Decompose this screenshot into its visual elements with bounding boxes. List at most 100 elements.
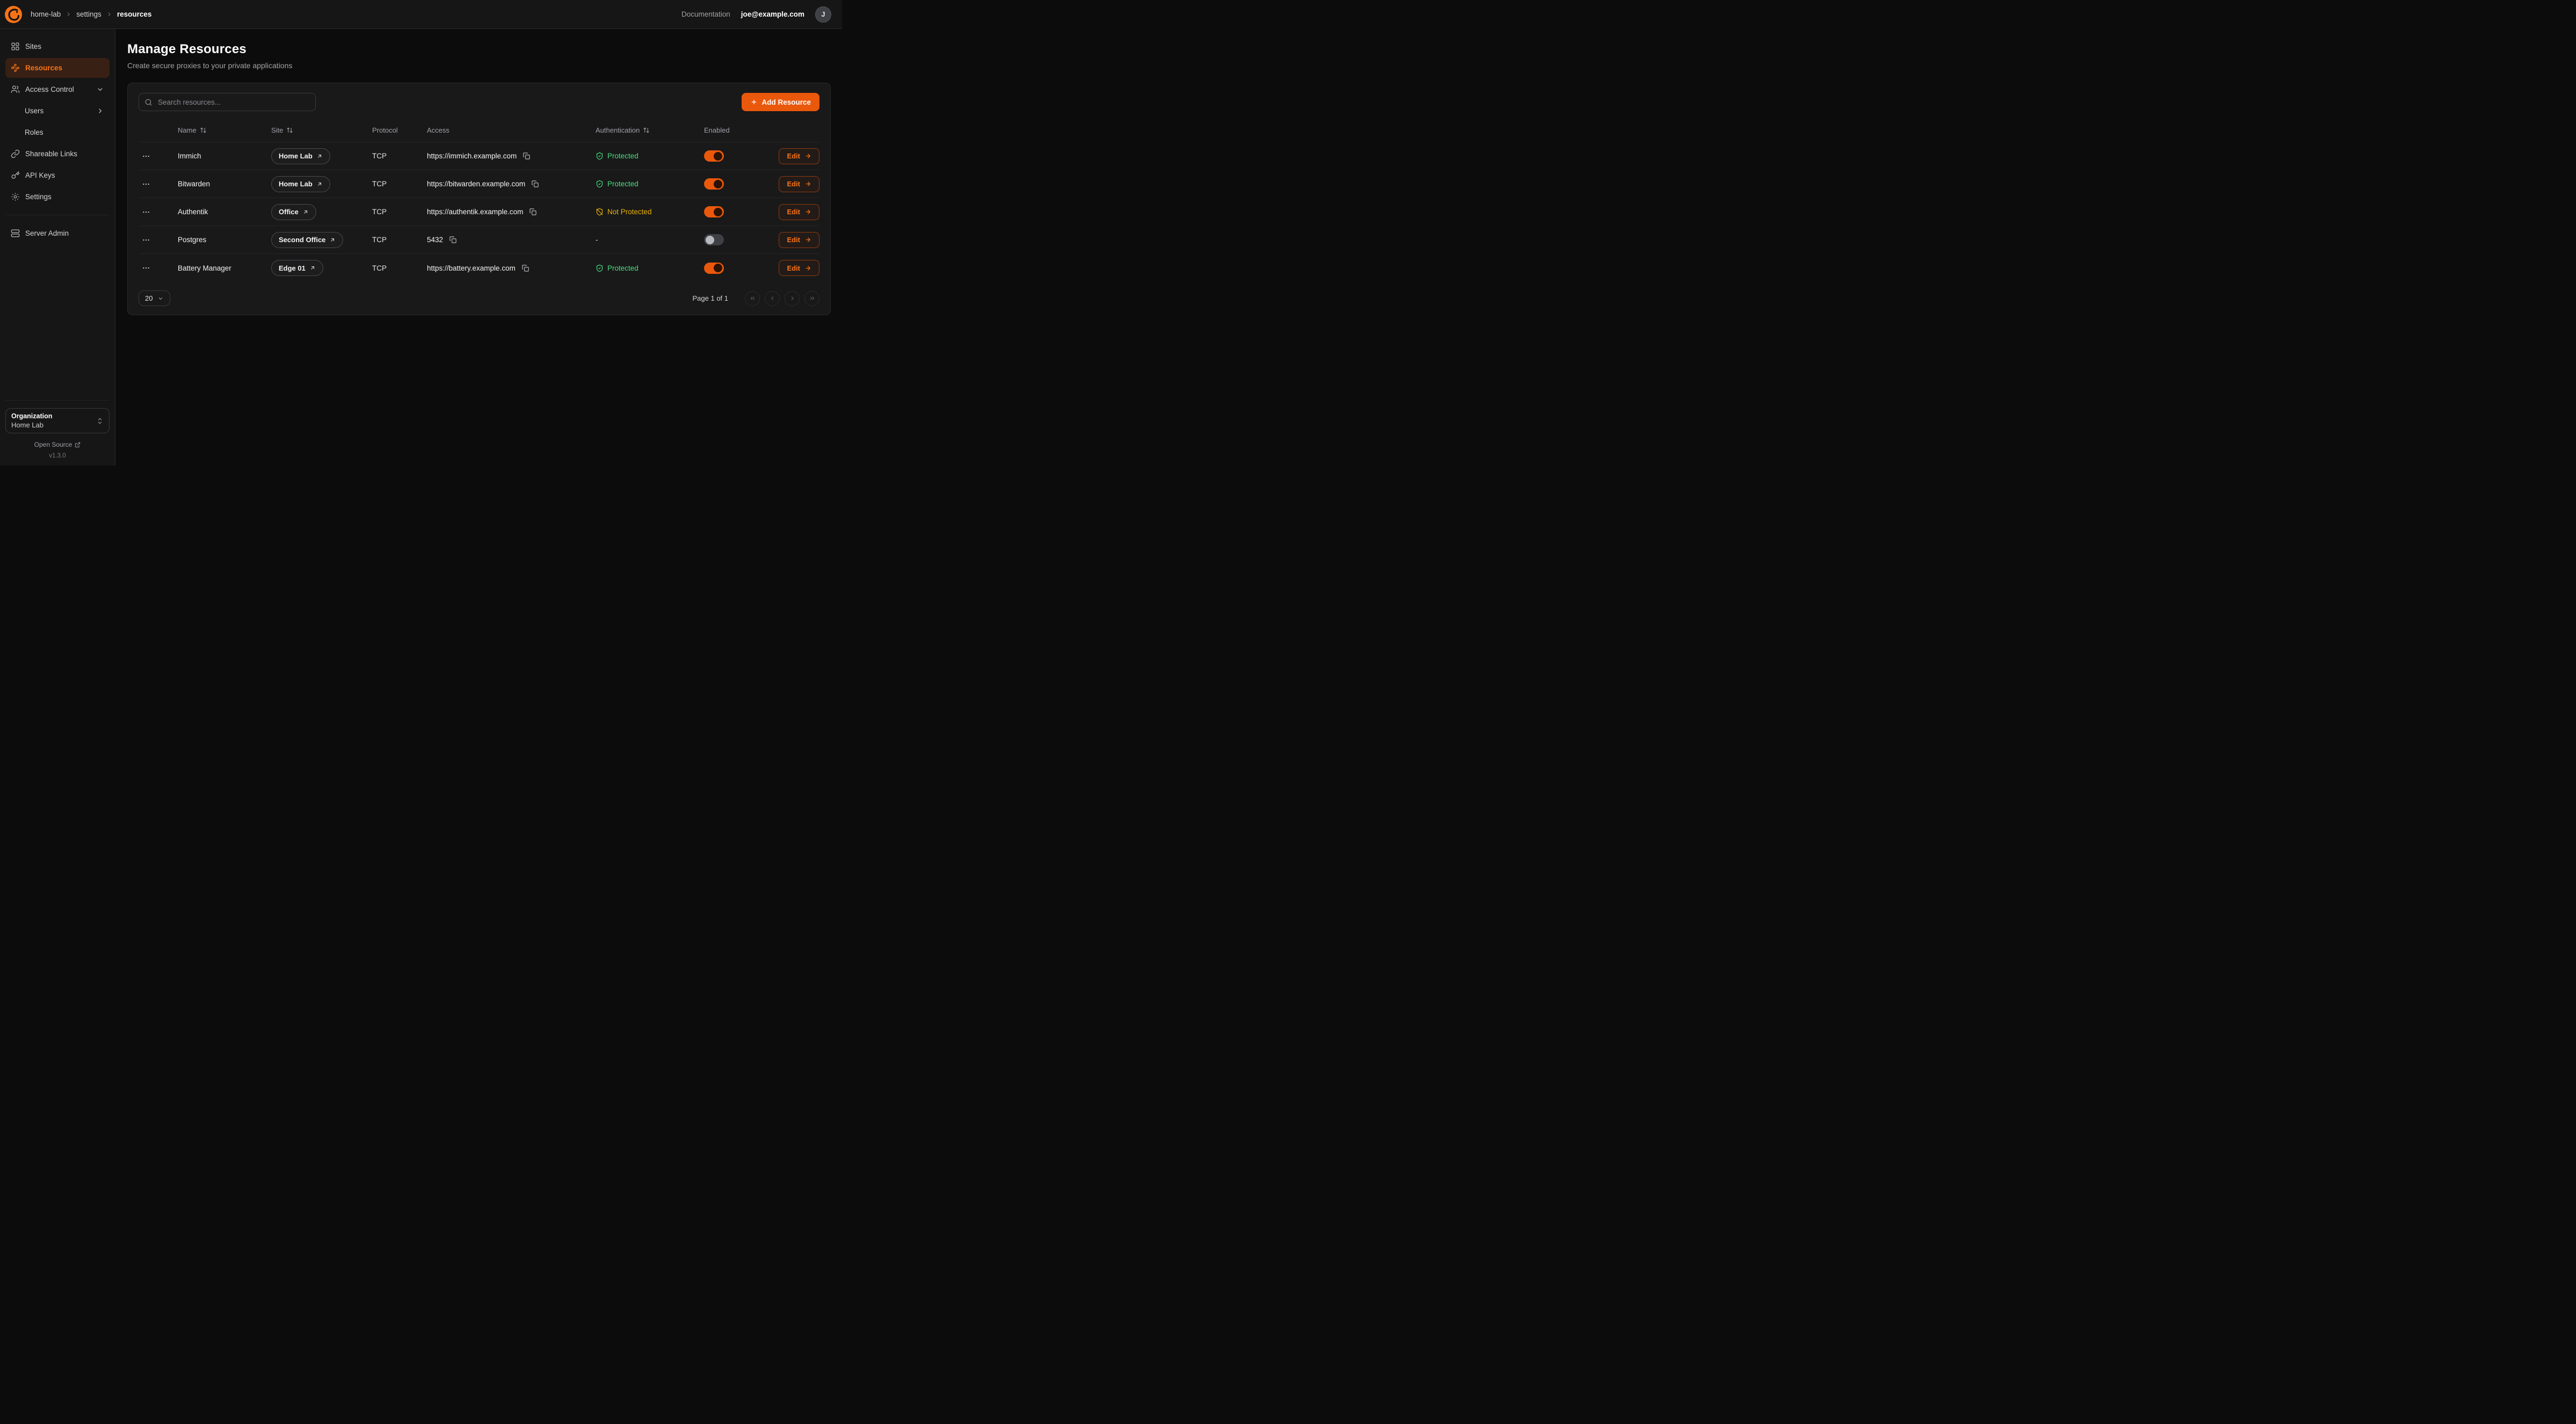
site-link[interactable]: Home Lab: [271, 176, 330, 192]
enabled-toggle[interactable]: [704, 206, 724, 217]
site-link[interactable]: Home Lab: [271, 148, 330, 164]
sidebar-item-settings[interactable]: Settings: [5, 187, 110, 207]
auth-status: -: [596, 236, 704, 244]
copy-icon: [523, 152, 531, 160]
column-name[interactable]: Name: [178, 126, 271, 134]
row-actions-button[interactable]: [139, 150, 154, 163]
enabled-toggle[interactable]: [704, 178, 724, 190]
chevron-right-icon: [96, 107, 104, 115]
edit-button[interactable]: Edit: [779, 204, 819, 220]
resource-name: Postgres: [178, 236, 271, 244]
access-value: 5432: [427, 236, 443, 244]
row-actions-button[interactable]: [139, 234, 154, 246]
page-size-select[interactable]: 20: [139, 290, 170, 306]
gear-icon: [11, 192, 20, 201]
search-box[interactable]: [139, 93, 316, 111]
auth-status: Protected: [596, 180, 704, 188]
pager-controls: Page 1 of 1: [693, 291, 820, 306]
access-value: https://immich.example.com: [427, 152, 517, 160]
edit-button[interactable]: Edit: [779, 176, 819, 192]
organization-value: Home Lab: [11, 421, 96, 429]
column-label: Protocol: [372, 126, 398, 134]
protocol-value: TCP: [372, 152, 427, 160]
edit-button-label: Edit: [787, 264, 800, 272]
table-row: Postgres Second Office TCP 5432 - Edit: [139, 226, 819, 254]
auth-label: Protected: [607, 152, 638, 160]
enabled-toggle[interactable]: [704, 263, 724, 274]
chevron-right-icon: [789, 295, 796, 302]
auth-label: Protected: [607, 264, 638, 272]
copy-button[interactable]: [448, 235, 458, 245]
sidebar-item-users[interactable]: Users: [5, 101, 110, 121]
site-link[interactable]: Second Office: [271, 232, 343, 248]
edit-cell: Edit: [777, 260, 819, 276]
access-cell: 5432: [427, 235, 596, 245]
auth-status: Not Protected: [596, 208, 704, 216]
breadcrumb-org[interactable]: home-lab: [31, 10, 61, 18]
site-link[interactable]: Office: [271, 204, 316, 220]
arrow-right-icon: [804, 236, 811, 243]
chevron-left-icon: [769, 295, 776, 302]
arrow-up-right-icon: [302, 209, 309, 215]
top-bar-right: Documentation joe@example.com J: [681, 6, 831, 23]
protocol-value: TCP: [372, 236, 427, 244]
edit-button[interactable]: Edit: [779, 232, 819, 248]
column-access: Access: [427, 126, 596, 134]
column-authentication[interactable]: Authentication: [596, 126, 704, 134]
add-resource-label: Add Resource: [761, 98, 811, 106]
edit-button[interactable]: Edit: [779, 260, 819, 276]
arrow-right-icon: [804, 265, 811, 272]
waypoints-icon: [11, 63, 20, 72]
column-label: Name: [178, 126, 197, 134]
sidebar: Sites Resources Access Control Users Rol: [0, 29, 115, 466]
enabled-toggle[interactable]: [704, 234, 724, 245]
resource-name: Battery Manager: [178, 264, 271, 272]
enabled-cell: [704, 150, 777, 162]
last-page-button[interactable]: [804, 291, 819, 306]
copy-button[interactable]: [521, 151, 532, 161]
app-logo-icon[interactable]: [4, 5, 23, 24]
enabled-cell: [704, 234, 777, 245]
row-actions-cell: [139, 150, 178, 163]
edit-button[interactable]: Edit: [779, 148, 819, 164]
edit-cell: Edit: [777, 232, 819, 248]
sidebar-item-roles[interactable]: Roles: [5, 122, 110, 142]
sidebar-item-api-keys[interactable]: API Keys: [5, 165, 110, 185]
avatar[interactable]: J: [815, 6, 831, 23]
sidebar-item-server-admin[interactable]: Server Admin: [5, 223, 110, 243]
add-resource-button[interactable]: Add Resource: [742, 93, 819, 111]
copy-button[interactable]: [528, 207, 538, 217]
sidebar-item-shareable-links[interactable]: Shareable Links: [5, 144, 110, 164]
breadcrumb-settings[interactable]: settings: [76, 10, 101, 18]
documentation-link[interactable]: Documentation: [681, 10, 730, 18]
edit-button-label: Edit: [787, 208, 800, 216]
enabled-toggle[interactable]: [704, 150, 724, 162]
sidebar-item-resources[interactable]: Resources: [5, 58, 110, 78]
organization-selector[interactable]: Organization Home Lab: [5, 408, 110, 433]
sort-icon: [643, 127, 650, 134]
access-cell: https://bitwarden.example.com: [427, 179, 596, 189]
protocol-value: TCP: [372, 208, 427, 216]
sidebar-item-label: Server Admin: [25, 229, 69, 237]
app-version: v1.3.0: [5, 453, 110, 459]
next-page-button[interactable]: [785, 291, 800, 306]
shield-check-icon: [596, 152, 604, 160]
resource-name: Bitwarden: [178, 180, 271, 188]
row-actions-button[interactable]: [139, 178, 154, 191]
column-site[interactable]: Site: [271, 126, 372, 134]
sidebar-item-label: Settings: [25, 193, 52, 201]
site-link[interactable]: Edge 01: [271, 260, 323, 276]
copy-button[interactable]: [530, 179, 540, 189]
prev-page-button[interactable]: [765, 291, 780, 306]
row-actions-button[interactable]: [139, 261, 154, 274]
open-source-link[interactable]: Open Source: [5, 441, 110, 448]
row-actions-button[interactable]: [139, 206, 154, 219]
copy-button[interactable]: [520, 263, 531, 273]
table-row: Battery Manager Edge 01 TCP https://batt…: [139, 254, 819, 282]
sidebar-item-sites[interactable]: Sites: [5, 37, 110, 56]
search-input[interactable]: [157, 98, 310, 107]
table-row: Authentik Office TCP https://authentik.e…: [139, 198, 819, 226]
first-page-button[interactable]: [745, 291, 760, 306]
shield-check-icon: [596, 180, 604, 188]
sidebar-item-access-control[interactable]: Access Control: [5, 79, 110, 99]
